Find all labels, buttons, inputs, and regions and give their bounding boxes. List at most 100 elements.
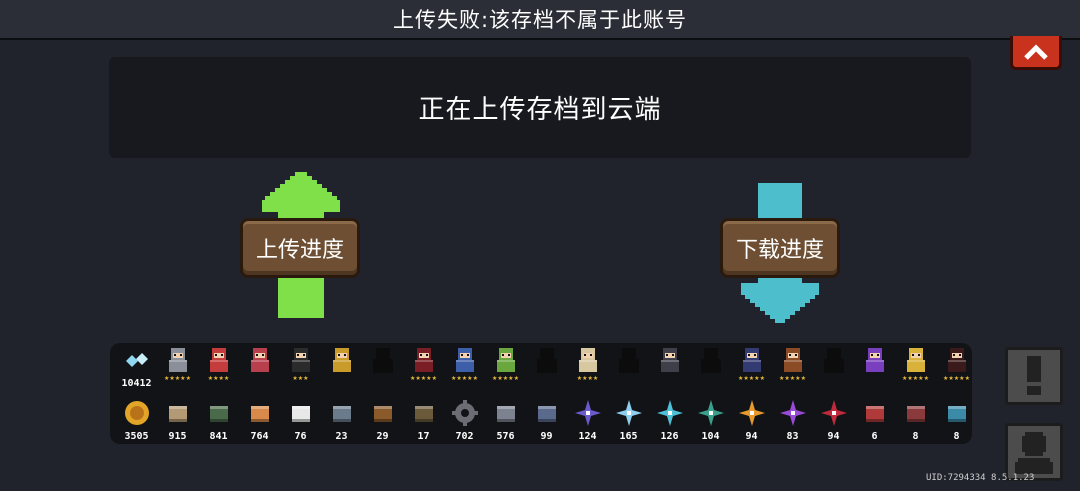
material-slot[interactable]: 94 (731, 398, 772, 442)
material-slot[interactable]: 23 (321, 398, 362, 442)
material-slot[interactable]: 8 (936, 398, 977, 442)
page-title: 上传失败:该存档不属于此账号 (392, 8, 688, 32)
material-slot[interactable]: 576 (485, 398, 526, 442)
chevron-up-icon (1024, 43, 1048, 60)
character-slot[interactable]: ★★★★★ (444, 345, 485, 389)
material-slot[interactable]: 126 (649, 398, 690, 442)
item-count: 6 (871, 431, 878, 442)
material-slot[interactable]: 3505 (116, 398, 157, 442)
character-slot[interactable]: ★★★★★ (772, 345, 813, 389)
star-rating: ★★★★★ (492, 375, 519, 382)
hammer-icon (373, 406, 392, 422)
material-slot[interactable]: 165 (608, 398, 649, 442)
item-count: 915 (168, 431, 187, 442)
vampire-icon (414, 348, 433, 372)
star-rating: ★★★★★ (738, 375, 765, 382)
item-count: 83 (786, 431, 799, 442)
character-slot[interactable] (608, 345, 649, 389)
character-slot[interactable]: 10412 (116, 345, 157, 389)
star-rating: ★★★ (292, 375, 309, 382)
werewolf-icon (742, 348, 761, 372)
download-progress-label: 下载进度 (720, 218, 840, 278)
crystal-red-icon (820, 400, 847, 426)
item-count: 10412 (121, 378, 152, 389)
inventory-panel: 10412 ★★★★★ ★★★★ ★★★ ★★★★★ ★★★★★ ★★★★★ ★★★★ ★★★★… (110, 343, 972, 444)
notice-button[interactable] (1005, 347, 1063, 405)
star-rating: ★★★★★ (902, 375, 929, 382)
item-count: 23 (335, 431, 348, 442)
star-rating: ★★★★★ (779, 375, 806, 382)
locked-hero-icon (700, 348, 721, 373)
star-rating: ★★★★ (207, 375, 230, 382)
material-slot[interactable]: 702 (444, 398, 485, 442)
material-slot[interactable]: 841 (198, 398, 239, 442)
material-slot[interactable]: 83 (772, 398, 813, 442)
exclamation-icon (1027, 356, 1041, 395)
crystal-purple-icon (574, 400, 601, 426)
character-slot[interactable] (649, 345, 690, 389)
character-slot[interactable]: ★★★★ (567, 345, 608, 389)
item-count: 841 (209, 431, 228, 442)
status-message: 正在上传存档到云端 (418, 95, 662, 125)
material-slot[interactable]: 104 (690, 398, 731, 442)
character-slot[interactable] (239, 345, 280, 389)
gold-coin-icon (124, 401, 149, 425)
material-slot[interactable]: 76 (280, 398, 321, 442)
user-silhouette-icon (1015, 432, 1053, 474)
upload-progress-label: 上传进度 (240, 218, 360, 278)
character-slot[interactable]: ★★★★★ (895, 345, 936, 389)
material-slot[interactable]: 124 (567, 398, 608, 442)
blue-device-icon (947, 406, 966, 422)
crystal-orange-icon (738, 400, 765, 426)
character-slot[interactable]: ★★★★★ (731, 345, 772, 389)
material-slot[interactable]: 94 (813, 398, 854, 442)
character-slot[interactable]: ★★★ (280, 345, 321, 389)
material-slot[interactable]: 915 (157, 398, 198, 442)
character-slot[interactable]: ★★★★★ (485, 345, 526, 389)
rogue-icon (209, 348, 228, 372)
character-slot[interactable] (321, 345, 362, 389)
item-count: 124 (578, 431, 597, 442)
character-slot[interactable] (813, 345, 854, 389)
character-slot[interactable] (690, 345, 731, 389)
gem-disc-icon (332, 406, 351, 422)
character-slot[interactable]: ★★★★ (198, 345, 239, 389)
character-slot[interactable]: ★★★★★ (157, 345, 198, 389)
item-count: 576 (496, 431, 515, 442)
character-slot[interactable] (854, 345, 895, 389)
download-label-text: 下载进度 (735, 238, 824, 263)
material-row: 3505 915 841 764 76 23 29 17 702 576 99 124 165 126 10… (116, 398, 977, 442)
item-count: 94 (745, 431, 758, 442)
material-slot[interactable]: 764 (239, 398, 280, 442)
engineer-icon (332, 348, 351, 372)
item-count: 99 (540, 431, 553, 442)
item-count: 104 (701, 431, 720, 442)
gear-icon (451, 400, 478, 426)
item-count: 76 (294, 431, 307, 442)
character-slot[interactable] (526, 345, 567, 389)
uid-version-text: UID:7294334 8.5.1.23 (926, 473, 1035, 483)
wood-plank-icon (168, 406, 187, 422)
item-count: 126 (660, 431, 679, 442)
item-count: 17 (417, 431, 430, 442)
sack-icon (291, 406, 310, 422)
material-slot[interactable]: 8 (895, 398, 936, 442)
crystal-violet-icon (779, 400, 806, 426)
collapse-button[interactable] (1010, 36, 1062, 70)
elf-icon (496, 348, 515, 372)
star-rating: ★★★★★ (410, 375, 437, 382)
character-slot[interactable]: ★★★★★ (403, 345, 444, 389)
wizard-icon (865, 348, 884, 372)
status-panel: 正在上传存档到云端 (109, 57, 971, 158)
character-slot[interactable]: ★★★★★ (936, 345, 977, 389)
material-slot[interactable]: 99 (526, 398, 567, 442)
locked-hero-icon (372, 348, 393, 373)
material-slot[interactable]: 29 (362, 398, 403, 442)
material-slot[interactable]: 17 (403, 398, 444, 442)
character-slot[interactable] (362, 345, 403, 389)
material-slot[interactable]: 6 (854, 398, 895, 442)
officer-icon (783, 348, 802, 372)
gem-currency-icon (125, 353, 148, 367)
fur-icon (537, 406, 556, 422)
crystal-cyan-icon (656, 400, 683, 426)
